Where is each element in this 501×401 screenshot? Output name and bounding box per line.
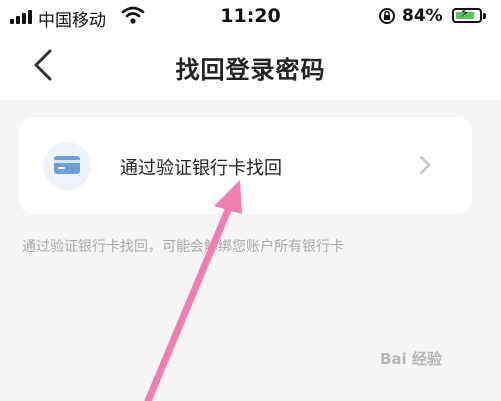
rotation-lock-icon xyxy=(379,8,395,24)
bank-card-icon xyxy=(43,142,91,190)
battery-tip xyxy=(483,13,486,19)
chevron-right-icon xyxy=(419,155,431,175)
charging-bolt-icon: ⚡ xyxy=(460,6,470,21)
battery-icon: ⚡ xyxy=(452,6,482,23)
watermark: Bai 经验 xyxy=(380,350,442,368)
battery-percentage: 84% xyxy=(402,6,443,26)
bank-card-recovery-option[interactable]: 通过验证银行卡找回 xyxy=(19,117,472,214)
page-title: 找回登录密码 xyxy=(175,56,326,84)
hint-text: 通过验证银行卡找回，可能会解绑您账户所有银行卡 xyxy=(22,239,344,255)
status-bar: 中国移动 11:20 84% ⚡ xyxy=(0,0,501,34)
option-label: 通过验证银行卡找回 xyxy=(120,158,282,179)
